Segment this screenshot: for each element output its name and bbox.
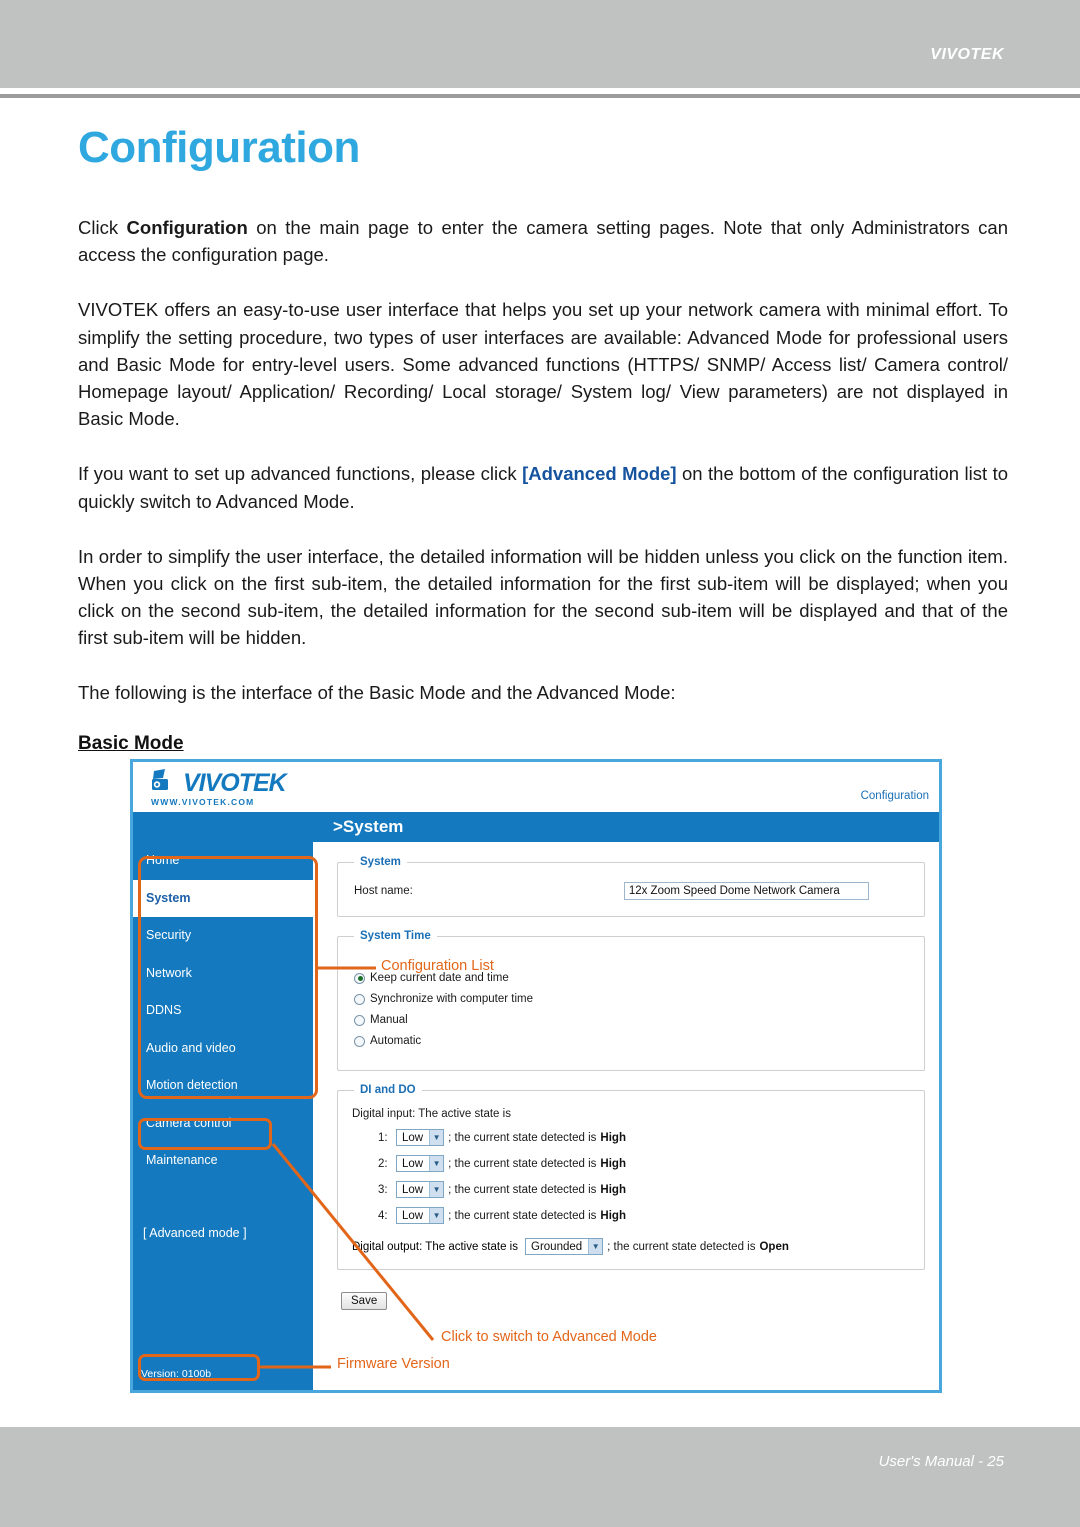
chevron-down-icon: ▼ xyxy=(429,1182,444,1197)
chevron-down-icon: ▼ xyxy=(588,1239,603,1254)
di-tail-label: ; the current state detected is xyxy=(448,1209,597,1222)
di-and-do-group: DI and DO Digital input: The active stat… xyxy=(337,1084,925,1270)
di-active-state-select-1[interactable]: Low ▼ xyxy=(396,1129,445,1146)
radio-keep-current-date-and-time[interactable]: Keep current date and time xyxy=(354,972,912,984)
radio-icon xyxy=(354,993,365,1005)
do-tail-label: ; the current state detected is xyxy=(607,1240,756,1253)
di-active-state-select-2[interactable]: Low ▼ xyxy=(396,1155,445,1172)
host-name-input[interactable] xyxy=(623,882,869,900)
ui-main-panel: System Host name: System Time Keep curre… xyxy=(313,842,939,1390)
chevron-down-icon: ▼ xyxy=(429,1208,444,1223)
di-index: 2: xyxy=(378,1157,388,1170)
document-body: Configuration Click Configuration on the… xyxy=(78,126,1008,773)
sidebar-item-maintenance[interactable]: Maintenance xyxy=(133,1142,313,1180)
radio-automatic[interactable]: Automatic xyxy=(354,1035,912,1047)
system-group-legend: System xyxy=(360,856,401,868)
vivotek-ui-screenshot: VIVOTEK WWW.VIVOTEK.COM Configuration >S… xyxy=(130,759,942,1393)
paragraph-2: VIVOTEK offers an easy-to-use user inter… xyxy=(78,299,1008,430)
logo-url: WWW.VIVOTEK.COM xyxy=(151,797,255,807)
di-tail-label: ; the current state detected is xyxy=(448,1131,597,1144)
page-footer-band: User's Manual - 25 xyxy=(0,1427,1080,1527)
paragraph-1-pre: Click xyxy=(78,217,127,238)
ui-title-bar: >System xyxy=(133,812,939,842)
sidebar-item-camera-control[interactable]: Camera control xyxy=(133,1105,313,1143)
radio-synchronize-with-computer-time[interactable]: Synchronize with computer time xyxy=(354,993,912,1005)
page-title: Configuration xyxy=(78,123,360,172)
di-current-state-value: High xyxy=(600,1131,626,1144)
logo-wordmark: VIVOTEK xyxy=(183,769,287,797)
sidebar-item-home[interactable]: Home xyxy=(133,842,313,880)
page-header-band: VIVOTEK xyxy=(0,0,1080,88)
radio-label: Keep current date and time xyxy=(370,972,509,984)
radio-icon xyxy=(354,1014,365,1026)
paragraph-3: If you want to set up advanced functions… xyxy=(78,460,1008,514)
sidebar-item-network[interactable]: Network xyxy=(133,955,313,993)
radio-icon xyxy=(354,1035,365,1047)
system-group: System Host name: xyxy=(337,856,925,917)
digital-input-lead-label: Digital input: The active state is xyxy=(352,1108,511,1120)
di-active-state-select-4[interactable]: Low ▼ xyxy=(396,1207,445,1224)
paragraph-4: In order to simplify the user interface,… xyxy=(78,545,1008,649)
di-current-state-value: High xyxy=(600,1209,626,1222)
di-active-state-select-3[interactable]: Low ▼ xyxy=(396,1181,445,1198)
paragraph-1: Click Configuration on the main page to … xyxy=(78,214,1008,268)
di-index: 3: xyxy=(378,1183,388,1196)
system-time-group-legend: System Time xyxy=(360,930,431,942)
vivotek-logo: VIVOTEK WWW.VIVOTEK.COM xyxy=(147,767,317,809)
chevron-down-icon: ▼ xyxy=(429,1156,444,1171)
camera-icon xyxy=(152,769,168,790)
di-select-value: Low xyxy=(402,1157,424,1170)
di-current-state-value: High xyxy=(600,1157,626,1170)
di-select-value: Low xyxy=(402,1131,424,1144)
ui-logo-bar: VIVOTEK WWW.VIVOTEK.COM Configuration xyxy=(133,762,939,812)
do-active-state-select[interactable]: Grounded ▼ xyxy=(525,1238,604,1255)
di-and-do-group-legend: DI and DO xyxy=(360,1084,416,1096)
sidebar-item-system[interactable]: System xyxy=(133,879,313,917)
ui-configuration-link[interactable]: Configuration xyxy=(861,790,929,802)
digital-input-row-2: 2: Low ▼ ; the current state detected is… xyxy=(378,1155,912,1172)
paragraph-1-bold: Configuration xyxy=(126,217,248,238)
chevron-down-icon: ▼ xyxy=(429,1130,444,1145)
do-current-state-value: Open xyxy=(759,1240,789,1253)
paragraph-5: The following is the interface of the Ba… xyxy=(78,682,676,704)
ui-sidebar: Home System Security Network DDNS Audio … xyxy=(133,842,313,1390)
radio-label: Synchronize with computer time xyxy=(370,993,533,1005)
sidebar-item-motion-detection[interactable]: Motion detection xyxy=(133,1067,313,1105)
di-index: 4: xyxy=(378,1209,388,1222)
di-index: 1: xyxy=(378,1131,388,1144)
radio-label: Automatic xyxy=(370,1035,422,1047)
sidebar-item-audio-and-video[interactable]: Audio and video xyxy=(133,1030,313,1068)
advanced-mode-link[interactable]: [Advanced Mode] xyxy=(522,463,676,484)
sidebar-item-security[interactable]: Security xyxy=(133,917,313,955)
di-tail-label: ; the current state detected is xyxy=(448,1157,597,1170)
save-button[interactable]: Save xyxy=(341,1292,388,1310)
radio-label: Manual xyxy=(370,1014,408,1026)
ui-body: Home System Security Network DDNS Audio … xyxy=(133,842,939,1390)
page-header-brand: VIVOTEK xyxy=(930,46,1004,63)
do-select-value: Grounded xyxy=(531,1240,583,1253)
paragraph-3-pre: If you want to set up advanced functions… xyxy=(78,463,523,485)
di-current-state-value: High xyxy=(600,1183,626,1196)
sidebar-item-ddns[interactable]: DDNS xyxy=(133,992,313,1030)
breadcrumb: >System xyxy=(333,817,404,836)
di-select-value: Low xyxy=(402,1209,424,1222)
host-name-row: Host name: xyxy=(350,876,912,904)
system-time-group: System Time Keep current date and time S… xyxy=(337,930,925,1071)
di-select-value: Low xyxy=(402,1183,424,1196)
digital-output-lead-label: Digital output: The active state is xyxy=(352,1240,518,1253)
digital-input-row-3: 3: Low ▼ ; the current state detected is… xyxy=(378,1181,912,1198)
digital-input-row-1: 1: Low ▼ ; the current state detected is… xyxy=(378,1129,912,1146)
firmware-version-label: Version: 0100b xyxy=(141,1368,212,1380)
sub-heading-basic-mode: Basic Mode xyxy=(78,732,184,754)
digital-output-row: Digital output: The active state is Grou… xyxy=(352,1238,912,1255)
radio-icon-selected xyxy=(354,972,365,984)
page-footer-manual-label: User's Manual - 25 xyxy=(878,1453,1004,1470)
host-name-label: Host name: xyxy=(354,885,413,897)
advanced-mode-button[interactable]: [ Advanced mode ] xyxy=(143,1226,247,1240)
digital-input-row-4: 4: Low ▼ ; the current state detected is… xyxy=(378,1207,912,1224)
header-divider-rule xyxy=(0,94,1080,98)
radio-manual[interactable]: Manual xyxy=(354,1014,912,1026)
di-tail-label: ; the current state detected is xyxy=(448,1183,597,1196)
